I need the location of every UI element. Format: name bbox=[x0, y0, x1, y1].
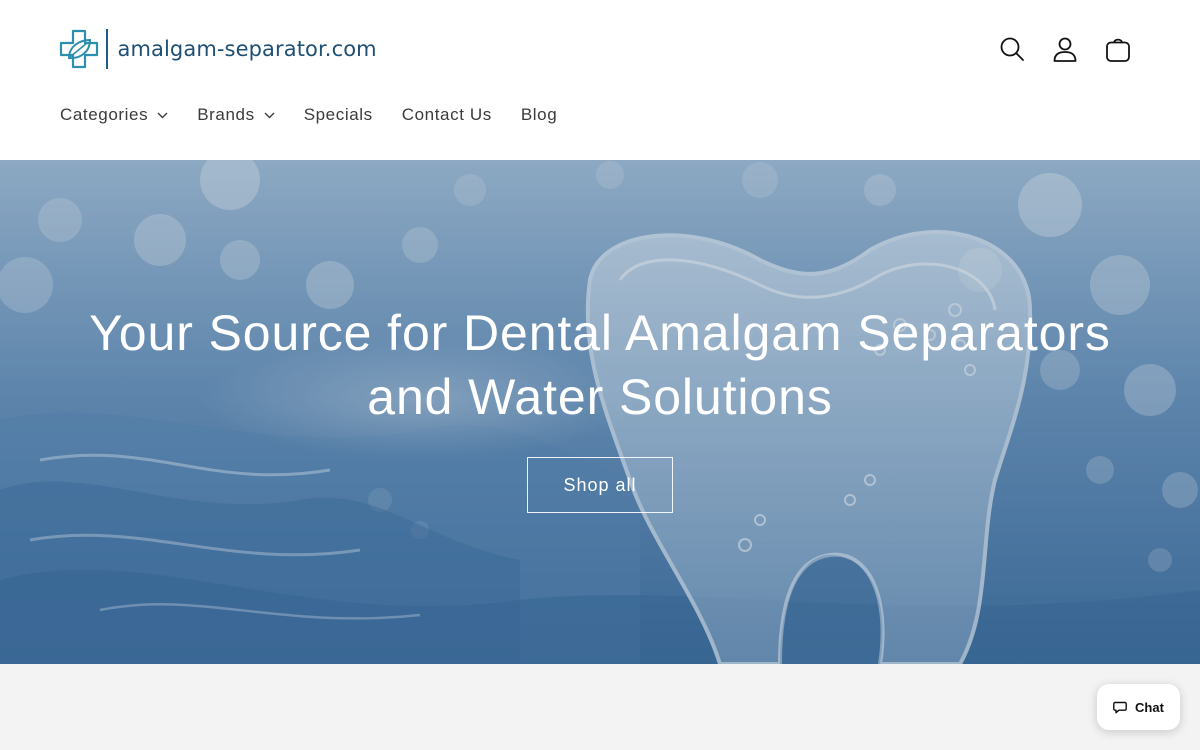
chat-button[interactable]: Chat bbox=[1097, 684, 1180, 730]
account-button[interactable] bbox=[1047, 31, 1083, 67]
cart-icon bbox=[1106, 38, 1130, 62]
nav-item-label: Contact Us bbox=[401, 105, 492, 124]
logo-text: amalgam-separator.com bbox=[117, 37, 377, 61]
chevron-down-icon bbox=[264, 112, 275, 118]
site-logo[interactable]: amalgam-separator.com bbox=[58, 27, 377, 71]
chevron-down-icon bbox=[157, 112, 168, 118]
header-icons bbox=[994, 31, 1136, 67]
hero-banner: Your Source for Dental Amalgam Separator… bbox=[0, 160, 1200, 664]
nav-item-specials[interactable]: Specials bbox=[304, 104, 373, 126]
medical-cross-leaf-icon bbox=[59, 29, 99, 69]
logo-divider bbox=[106, 29, 108, 69]
search-icon bbox=[1000, 37, 1024, 61]
chat-label: Chat bbox=[1135, 699, 1164, 715]
content-section bbox=[0, 664, 1200, 750]
cart-button[interactable] bbox=[1100, 31, 1136, 67]
search-button[interactable] bbox=[994, 31, 1030, 67]
nav-item-label: Categories bbox=[60, 105, 149, 124]
nav-item-categories[interactable]: Categories bbox=[60, 104, 168, 126]
shop-all-button[interactable]: Shop all bbox=[527, 457, 673, 513]
hero-content: Your Source for Dental Amalgam Separator… bbox=[0, 160, 1200, 664]
site-header: amalgam-separator.com Categories Brands … bbox=[0, 0, 1200, 160]
nav-item-brands[interactable]: Brands bbox=[197, 104, 275, 126]
hero-title: Your Source for Dental Amalgam Separator… bbox=[89, 305, 1111, 425]
nav-item-label: Specials bbox=[303, 105, 373, 124]
chat-bubble-icon bbox=[1113, 701, 1127, 714]
nav-item-contact-us[interactable]: Contact Us bbox=[402, 104, 492, 126]
account-icon bbox=[1053, 37, 1077, 62]
nav-item-label: Brands bbox=[197, 105, 255, 124]
nav-item-label: Blog bbox=[520, 105, 558, 124]
nav-item-blog[interactable]: Blog bbox=[521, 104, 557, 126]
main-nav: Categories Brands Specials Contact Us Bl… bbox=[60, 104, 586, 126]
